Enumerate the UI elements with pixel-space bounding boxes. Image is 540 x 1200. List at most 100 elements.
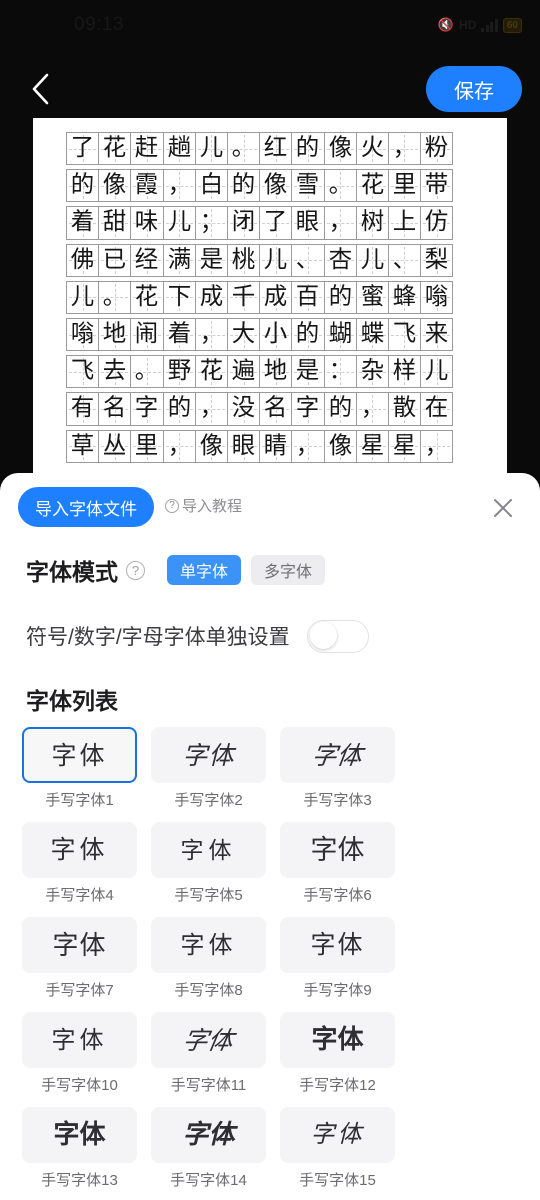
font-item-label: 手写字体5 [174,887,243,904]
handwriting-char: 闭 [231,209,256,236]
close-button[interactable] [484,489,522,527]
handwriting-cell: 赶 [130,132,164,166]
handwriting-char: 的 [70,172,95,199]
font-mode-chips: 单字体 多字体 [167,555,326,585]
import-tutorial-link[interactable]: ? 导入教程 [165,495,242,516]
font-list-item[interactable]: 字体 手写字体1 [22,727,137,810]
handwriting-char: ， [199,320,224,348]
handwriting-char: 。 [328,172,352,199]
handwriting-cell: 蝴 [323,317,357,352]
font-card[interactable]: 字体 [22,917,137,973]
mute-icon: 🔇 [437,17,455,32]
handwriting-char: 是 [199,246,224,273]
font-list-item[interactable]: 字体 手写字体15 [280,1107,395,1190]
handwriting-cell: 着 [162,317,196,352]
font-item-label: 手写字体10 [41,1077,118,1094]
font-sample-text: 字体 [310,1122,365,1148]
font-card[interactable]: 字体 [151,1012,266,1068]
font-list-item[interactable]: 字体 手写字体14 [151,1107,266,1190]
font-card[interactable]: 字体 [280,822,395,878]
font-mode-option-multi[interactable]: 多字体 [251,555,326,585]
close-icon [494,499,512,517]
font-list-item[interactable]: 字体 手写字体3 [280,727,395,810]
font-card[interactable]: 字体 [280,1107,395,1163]
handwriting-cell: 像 [323,429,357,463]
handwriting-char: 着 [167,320,191,348]
handwriting-cell: 地 [259,355,293,389]
font-list-item[interactable]: 字体 手写字体8 [151,917,266,1000]
handwriting-row: 有名字的，没名字的，散在 [66,392,454,426]
handwriting-cell: 。 [226,132,261,166]
font-item-label: 手写字体12 [299,1077,376,1094]
handwriting-row: 儿。花下成千成百的蜜蜂嗡 [66,280,454,314]
save-button[interactable]: 保存 [426,66,522,112]
font-card[interactable]: 字体 [22,1107,137,1163]
font-list-grid: 字体 手写字体1 字体 手写字体2 字体 手写字体3 字体 手写字体4 字体 手写字体5 字体 手写字… [0,727,540,1200]
handwriting-cell: 是 [291,355,325,389]
handwriting-char: 嗡 [424,283,449,311]
back-button[interactable] [18,66,64,112]
font-card[interactable]: 字体 [22,1012,137,1068]
separate-setting-toggle[interactable] [306,619,369,653]
import-font-file-button[interactable]: 导入字体文件 [18,487,154,527]
handwriting-cell: 杏 [323,243,357,277]
font-mode-option-single[interactable]: 单字体 [167,555,242,585]
handwriting-cell: 的 [226,169,261,203]
font-sample-text: 字体 [182,740,235,770]
handwriting-preview[interactable]: 了花赶趟儿。红的像火，粉的像霞，白的像雪。花里带着甜味儿；闭了眼，树上仿佛已经满… [33,118,507,483]
font-card-selected[interactable]: 字体 [22,727,137,783]
handwriting-cell: 儿 [259,243,293,277]
handwriting-char: 带 [424,172,449,199]
font-card[interactable]: 字体 [280,1012,395,1068]
font-list-item[interactable]: 字体 手写字体7 [22,917,137,1000]
handwriting-char: 、 [392,246,417,273]
handwriting-cell: 粉 [420,132,454,166]
handwriting-row: 嗡地闹着 ，大小的蝴蝶飞来 [66,317,454,352]
font-mode-help-icon[interactable]: ? [126,560,145,580]
font-list-item[interactable]: 字体 手写字体9 [280,917,395,1000]
handwriting-char: 去 [103,357,127,385]
font-card[interactable]: 字体 [22,822,137,878]
font-sample-text: 字体 [50,836,109,864]
handwriting-char: 地 [263,357,288,385]
handwriting-cell: 丛 [98,429,132,463]
toggle-knob [309,622,337,649]
font-card[interactable]: 字体 [151,1107,266,1163]
handwriting-char: 的 [167,395,191,422]
handwriting-cell: 花 [130,280,164,314]
handwriting-cell: 了 [259,206,293,240]
font-list-item[interactable]: 字体 手写字体6 [280,822,395,905]
font-list-item[interactable]: 字体 手写字体11 [151,1012,266,1095]
handwriting-cell: 眼 [291,206,325,240]
font-list-item[interactable]: 字体手写字体10 [22,1012,137,1095]
font-list-item[interactable]: 字体手写字体12 [280,1012,395,1095]
font-list-item[interactable]: 字体手写字体5 [151,822,266,905]
handwriting-row: 佛已经满是桃儿、杏儿、梨 [66,243,454,277]
handwriting-char: 雪 [296,172,320,199]
handwriting-char: 火 [360,134,385,162]
font-list-item[interactable]: 字体 手写字体13 [22,1107,137,1190]
handwriting-char: 草 [70,432,95,459]
handwriting-char: 蜜 [360,283,385,311]
handwriting-char: 像 [263,172,288,199]
font-card[interactable]: 字体 [151,822,266,878]
handwriting-cell: 草 [66,429,100,463]
font-card[interactable]: 字体 [280,727,395,783]
font-list-item[interactable]: 字体 手写字体4 [22,822,137,905]
handwriting-cell: ， [323,206,357,240]
handwriting-char: 花 [135,283,159,311]
handwriting-cell: 。 [323,169,357,203]
handwriting-cell: 。 [130,355,164,389]
font-sample-text: 字体 [51,1026,108,1054]
font-list-item[interactable]: 字体 手写字体2 [151,727,266,810]
handwriting-char: 趟 [167,134,191,162]
font-card[interactable]: 字体 [151,917,266,973]
handwriting-grid: 了花赶趟儿。红的像火，粉的像霞，白的像雪。花里带着甜味儿；闭了眼，树上仿佛已经满… [66,132,454,467]
handwriting-cell: 甜 [98,206,132,240]
font-mode-row: 字体模式 ? 单字体 多字体 [0,545,540,595]
handwriting-cell: 嗡 [420,280,454,314]
font-card[interactable]: 字体 [151,727,266,783]
handwriting-char: 像 [199,432,224,459]
handwriting-char: 蝶 [360,320,385,348]
font-card[interactable]: 字体 [280,917,395,973]
